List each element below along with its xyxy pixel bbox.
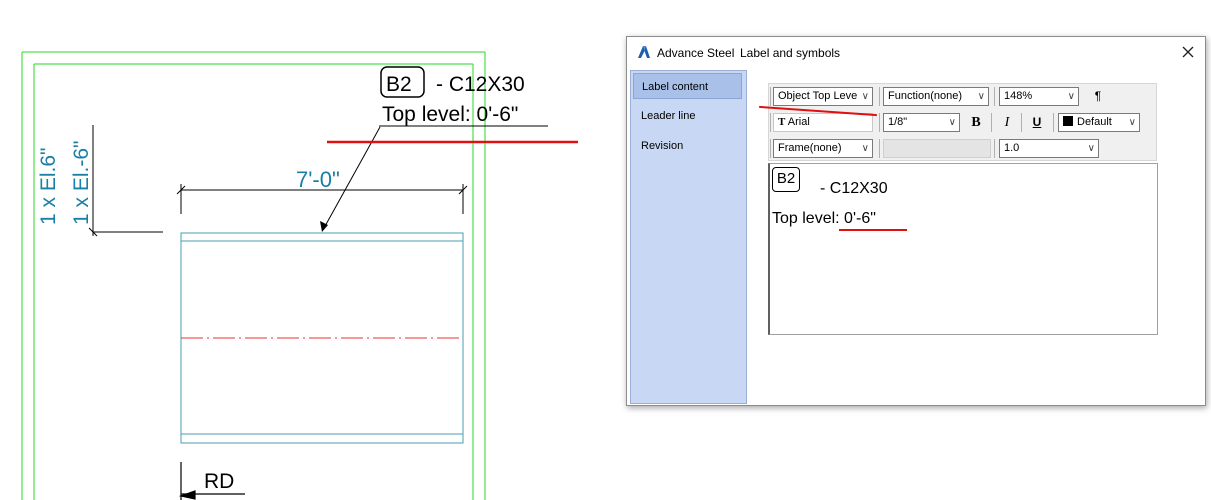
elevation-leader <box>88 125 163 237</box>
highlight-underline-dialog-value <box>839 229 907 231</box>
sidebar-item-leader-line[interactable]: Leader line <box>633 103 742 129</box>
frame-select[interactable]: Frame(none) ∨ <box>773 139 873 158</box>
close-icon <box>1182 46 1194 58</box>
dialog-sidebar: Label content Leader line Revision <box>630 70 747 404</box>
disabled-field <box>883 139 991 158</box>
elevation-text-2: 1 x El.-6" <box>70 141 93 225</box>
truetype-font-icon: T <box>778 116 786 128</box>
toolbar-separator <box>770 87 771 106</box>
label-preview-editor[interactable]: B2 - C12X30 Top level: 0'-6" <box>768 163 1158 335</box>
preview-top-level-text: Top level: 0'-6" <box>772 210 876 227</box>
zoom-select[interactable]: 148% ∨ <box>999 87 1079 106</box>
section-mark-text: RD <box>204 470 234 493</box>
dialog-titlebar[interactable]: Advance Steel Label and symbols <box>627 37 1205 67</box>
toolbar-separator <box>991 113 992 132</box>
toolbar-separator <box>1053 113 1054 132</box>
label-and-symbols-dialog: Advance Steel Label and symbols Label co… <box>626 36 1206 406</box>
dialog-title: Label and symbols <box>740 46 841 60</box>
autodesk-a-icon <box>638 46 650 58</box>
sidebar-item-label-content[interactable]: Label content <box>633 73 742 99</box>
dialog-app-name: Advance Steel <box>657 46 735 60</box>
toolbar-separator <box>770 113 771 132</box>
preview-badge: B2 <box>772 167 800 192</box>
italic-button[interactable]: I <box>996 113 1018 132</box>
sidebar-item-revision[interactable]: Revision <box>633 133 742 159</box>
paragraph-icon[interactable]: ¶ <box>1087 87 1109 106</box>
toolbar-separator <box>1021 113 1022 132</box>
bold-button[interactable]: B <box>965 113 987 132</box>
line-spacing-select[interactable]: 1.0 ∨ <box>999 139 1099 158</box>
toolbar-separator <box>879 113 880 132</box>
toolbar-separator <box>879 87 880 106</box>
toolbar-separator <box>770 139 771 158</box>
dimension-text: 7'-0" <box>296 167 340 192</box>
elevation-text-1: 1 x El.6" <box>37 148 60 226</box>
font-select[interactable]: T Arial <box>773 113 873 132</box>
close-button[interactable] <box>1177 41 1199 63</box>
label-top-level-text[interactable]: Top level: 0'-6" <box>382 103 518 126</box>
text-color-select[interactable]: Default ∨ <box>1058 113 1140 132</box>
toolbar-separator <box>994 87 995 106</box>
text-size-select[interactable]: 1/8" ∨ <box>883 113 960 132</box>
preview-profile-text: - C12X30 <box>820 180 888 197</box>
underline-button[interactable]: U <box>1026 113 1048 132</box>
toolbar-separator <box>879 139 880 158</box>
color-swatch <box>1063 116 1073 126</box>
toolbar-separator <box>994 139 995 158</box>
content-select[interactable]: Object Top Leve ∨ <box>773 87 873 106</box>
function-select[interactable]: Function(none) ∨ <box>883 87 989 106</box>
label-toolbar: Object Top Leve ∨ Function(none) ∨ 148% ∨ ¶… <box>768 83 1157 161</box>
label-profile-text[interactable]: - C12X30 <box>436 73 525 96</box>
label-badge-text: B2 <box>386 73 412 96</box>
